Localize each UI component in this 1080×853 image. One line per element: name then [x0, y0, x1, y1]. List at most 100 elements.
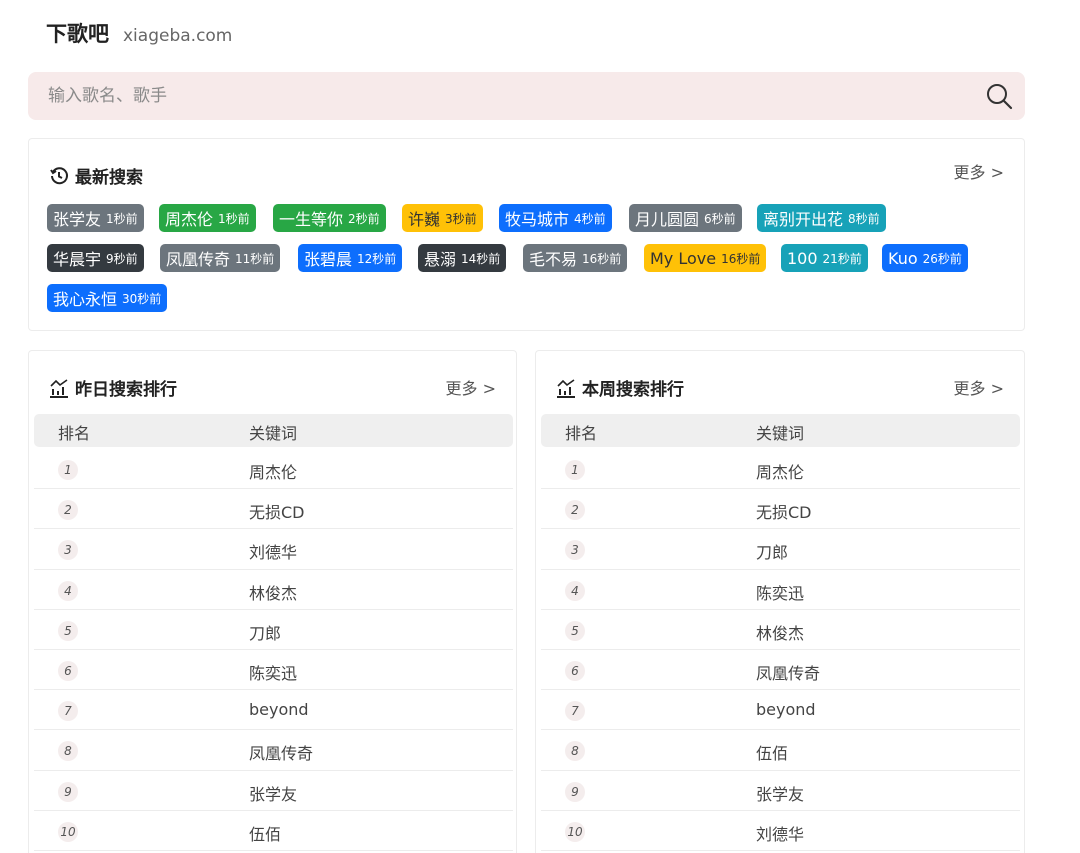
- week-rows: 1 周杰伦 2 无损CD 3 刀郎 4 陈奕迅 5 林俊杰 6 凤凰传奇 7 beyond 8 伍佰 9 张学友 1…: [541, 449, 1020, 851]
- table-row: 2 无损CD: [34, 489, 513, 530]
- site-header: 下歌吧 xiageba.com: [46, 18, 232, 48]
- recent-tag[interactable]: 华晨宇 9秒前: [47, 244, 144, 272]
- rank-keyword-link[interactable]: 张学友: [249, 781, 297, 805]
- rank-keyword-link[interactable]: 伍佰: [756, 740, 788, 764]
- tag-keyword: 离别开出花: [763, 210, 844, 229]
- chart-icon: [50, 378, 68, 398]
- rank-number: 6: [565, 660, 585, 681]
- yesterday-title: 昨日搜索排行: [49, 375, 177, 400]
- recent-tag[interactable]: 牧马城市 4秒前: [499, 204, 612, 232]
- tag-keyword: Kuo: [888, 248, 918, 268]
- recent-tag[interactable]: 凤凰传奇 11秒前: [160, 244, 281, 272]
- recent-more-link[interactable]: 更多 >: [954, 159, 1005, 183]
- tag-time: 21秒前: [822, 251, 862, 266]
- rank-number: 8: [58, 741, 78, 762]
- search-input[interactable]: [28, 72, 968, 120]
- table-row: 8 凤凰传奇: [34, 730, 513, 771]
- rank-keyword-link[interactable]: 陈奕迅: [756, 580, 804, 604]
- recent-tag[interactable]: 张学友 1秒前: [47, 204, 144, 232]
- site-logo[interactable]: 下歌吧: [46, 18, 109, 48]
- rank-keyword-link[interactable]: 陈奕迅: [249, 660, 297, 684]
- tag-keyword: 100: [787, 248, 818, 268]
- recent-tag[interactable]: 许巍 3秒前: [402, 204, 483, 232]
- rank-keyword-link[interactable]: beyond: [756, 700, 816, 719]
- table-header: 排名 关键词: [34, 414, 513, 447]
- rank-keyword-link[interactable]: 凤凰传奇: [756, 660, 820, 684]
- week-rank-panel: 本周搜索排行 更多 > 排名 关键词 1 周杰伦 2 无损CD 3 刀郎 4 陈奕迅 5 林俊杰 6…: [535, 350, 1025, 853]
- recent-tag[interactable]: 周杰伦 1秒前: [159, 204, 256, 232]
- rank-keyword-link[interactable]: 周杰伦: [756, 459, 804, 483]
- rank-number: 2: [58, 500, 78, 521]
- recent-tag[interactable]: 我心永恒 30秒前: [47, 284, 168, 312]
- rank-number: 2: [565, 500, 585, 521]
- tag-time: 1秒前: [106, 211, 138, 226]
- header-rank: 排名: [58, 424, 91, 443]
- week-title-text: 本周搜索排行: [582, 380, 684, 400]
- rank-keyword-link[interactable]: 林俊杰: [249, 580, 297, 604]
- tag-keyword: 张学友: [53, 210, 102, 229]
- table-row: 4 林俊杰: [34, 570, 513, 610]
- rank-keyword-link[interactable]: 刘德华: [756, 821, 804, 845]
- table-row: 4 陈奕迅: [541, 570, 1020, 610]
- rank-keyword-link[interactable]: 刀郎: [756, 539, 788, 563]
- rank-keyword-link[interactable]: 林俊杰: [756, 620, 804, 644]
- rank-number: 3: [565, 540, 585, 561]
- yesterday-more-link[interactable]: 更多 >: [446, 375, 497, 399]
- table-row: 7 beyond: [34, 690, 513, 731]
- rank-keyword-link[interactable]: 刘德华: [249, 539, 297, 563]
- recent-tag[interactable]: 月儿圆圆 6秒前: [629, 204, 742, 232]
- tag-keyword: 华晨宇: [53, 250, 102, 269]
- table-row: 9 张学友: [541, 771, 1020, 811]
- rank-keyword-link[interactable]: 张学友: [756, 781, 804, 805]
- tag-time: 30秒前: [122, 291, 162, 306]
- week-more-link[interactable]: 更多 >: [954, 375, 1005, 399]
- tag-keyword: 毛不易: [529, 250, 578, 269]
- recent-tag[interactable]: 100 21秒前: [781, 244, 868, 272]
- recent-tag[interactable]: 离别开出花 8秒前: [757, 204, 886, 232]
- rank-number: 6: [58, 660, 78, 681]
- recent-tag[interactable]: My Love 16秒前: [644, 244, 767, 272]
- recent-tag[interactable]: 张碧晨 12秒前: [298, 244, 403, 272]
- search-bar: [28, 72, 1025, 120]
- recent-tag[interactable]: 毛不易 16秒前: [523, 244, 628, 272]
- week-title: 本周搜索排行: [556, 375, 684, 400]
- rank-keyword-link[interactable]: 无损CD: [249, 499, 305, 523]
- rank-keyword-link[interactable]: 周杰伦: [249, 459, 297, 483]
- table-row: 6 凤凰传奇: [541, 650, 1020, 691]
- table-row: 9 张学友: [34, 771, 513, 811]
- rank-keyword-link[interactable]: beyond: [249, 700, 309, 719]
- tag-time: 11秒前: [235, 251, 275, 266]
- tag-keyword: My Love: [650, 248, 717, 268]
- table-row: 5 刀郎: [34, 610, 513, 650]
- tag-time: 12秒前: [357, 251, 397, 266]
- header-keyword: 关键词: [249, 424, 298, 443]
- rank-keyword-link[interactable]: 伍佰: [249, 821, 281, 845]
- recent-search-panel: 最新搜索 更多 > 张学友 1秒前 周杰伦 1秒前 一生等你 2秒前 许巍 3秒前 牧马城市 4秒…: [28, 138, 1025, 331]
- rank-number: 4: [565, 580, 585, 601]
- rank-number: 1: [58, 460, 78, 480]
- recent-tag[interactable]: Kuo 26秒前: [882, 244, 968, 272]
- tag-time: 1秒前: [218, 211, 250, 226]
- recent-tag[interactable]: 一生等你 2秒前: [273, 204, 386, 232]
- rank-keyword-link[interactable]: 刀郎: [249, 620, 281, 644]
- yesterday-rows: 1 周杰伦 2 无损CD 3 刘德华 4 林俊杰 5 刀郎 6 陈奕迅 7 beyond 8 凤凰传奇 9 张学友…: [34, 449, 513, 851]
- rank-number: 10: [565, 821, 585, 842]
- table-row: 10 刘德华: [541, 811, 1020, 851]
- yesterday-title-text: 昨日搜索排行: [75, 380, 177, 400]
- tag-time: 16秒前: [721, 251, 761, 266]
- recent-tag[interactable]: 悬溺 14秒前: [418, 244, 507, 272]
- tag-keyword: 悬溺: [424, 250, 457, 269]
- rank-keyword-link[interactable]: 无损CD: [756, 499, 812, 523]
- rank-number: 7: [58, 701, 78, 722]
- table-row: 8 伍佰: [541, 730, 1020, 771]
- header-rank: 排名: [565, 424, 598, 443]
- rank-keyword-link[interactable]: 凤凰传奇: [249, 740, 313, 764]
- recent-title-text: 最新搜索: [75, 168, 143, 188]
- tag-time: 8秒前: [848, 211, 880, 226]
- table-row: 3 刘德华: [34, 529, 513, 570]
- rank-number: 5: [58, 620, 78, 641]
- table-header: 排名 关键词: [541, 414, 1020, 447]
- rank-number: 9: [58, 781, 78, 802]
- search-icon[interactable]: [985, 82, 1013, 110]
- table-row: 10 伍佰: [34, 811, 513, 851]
